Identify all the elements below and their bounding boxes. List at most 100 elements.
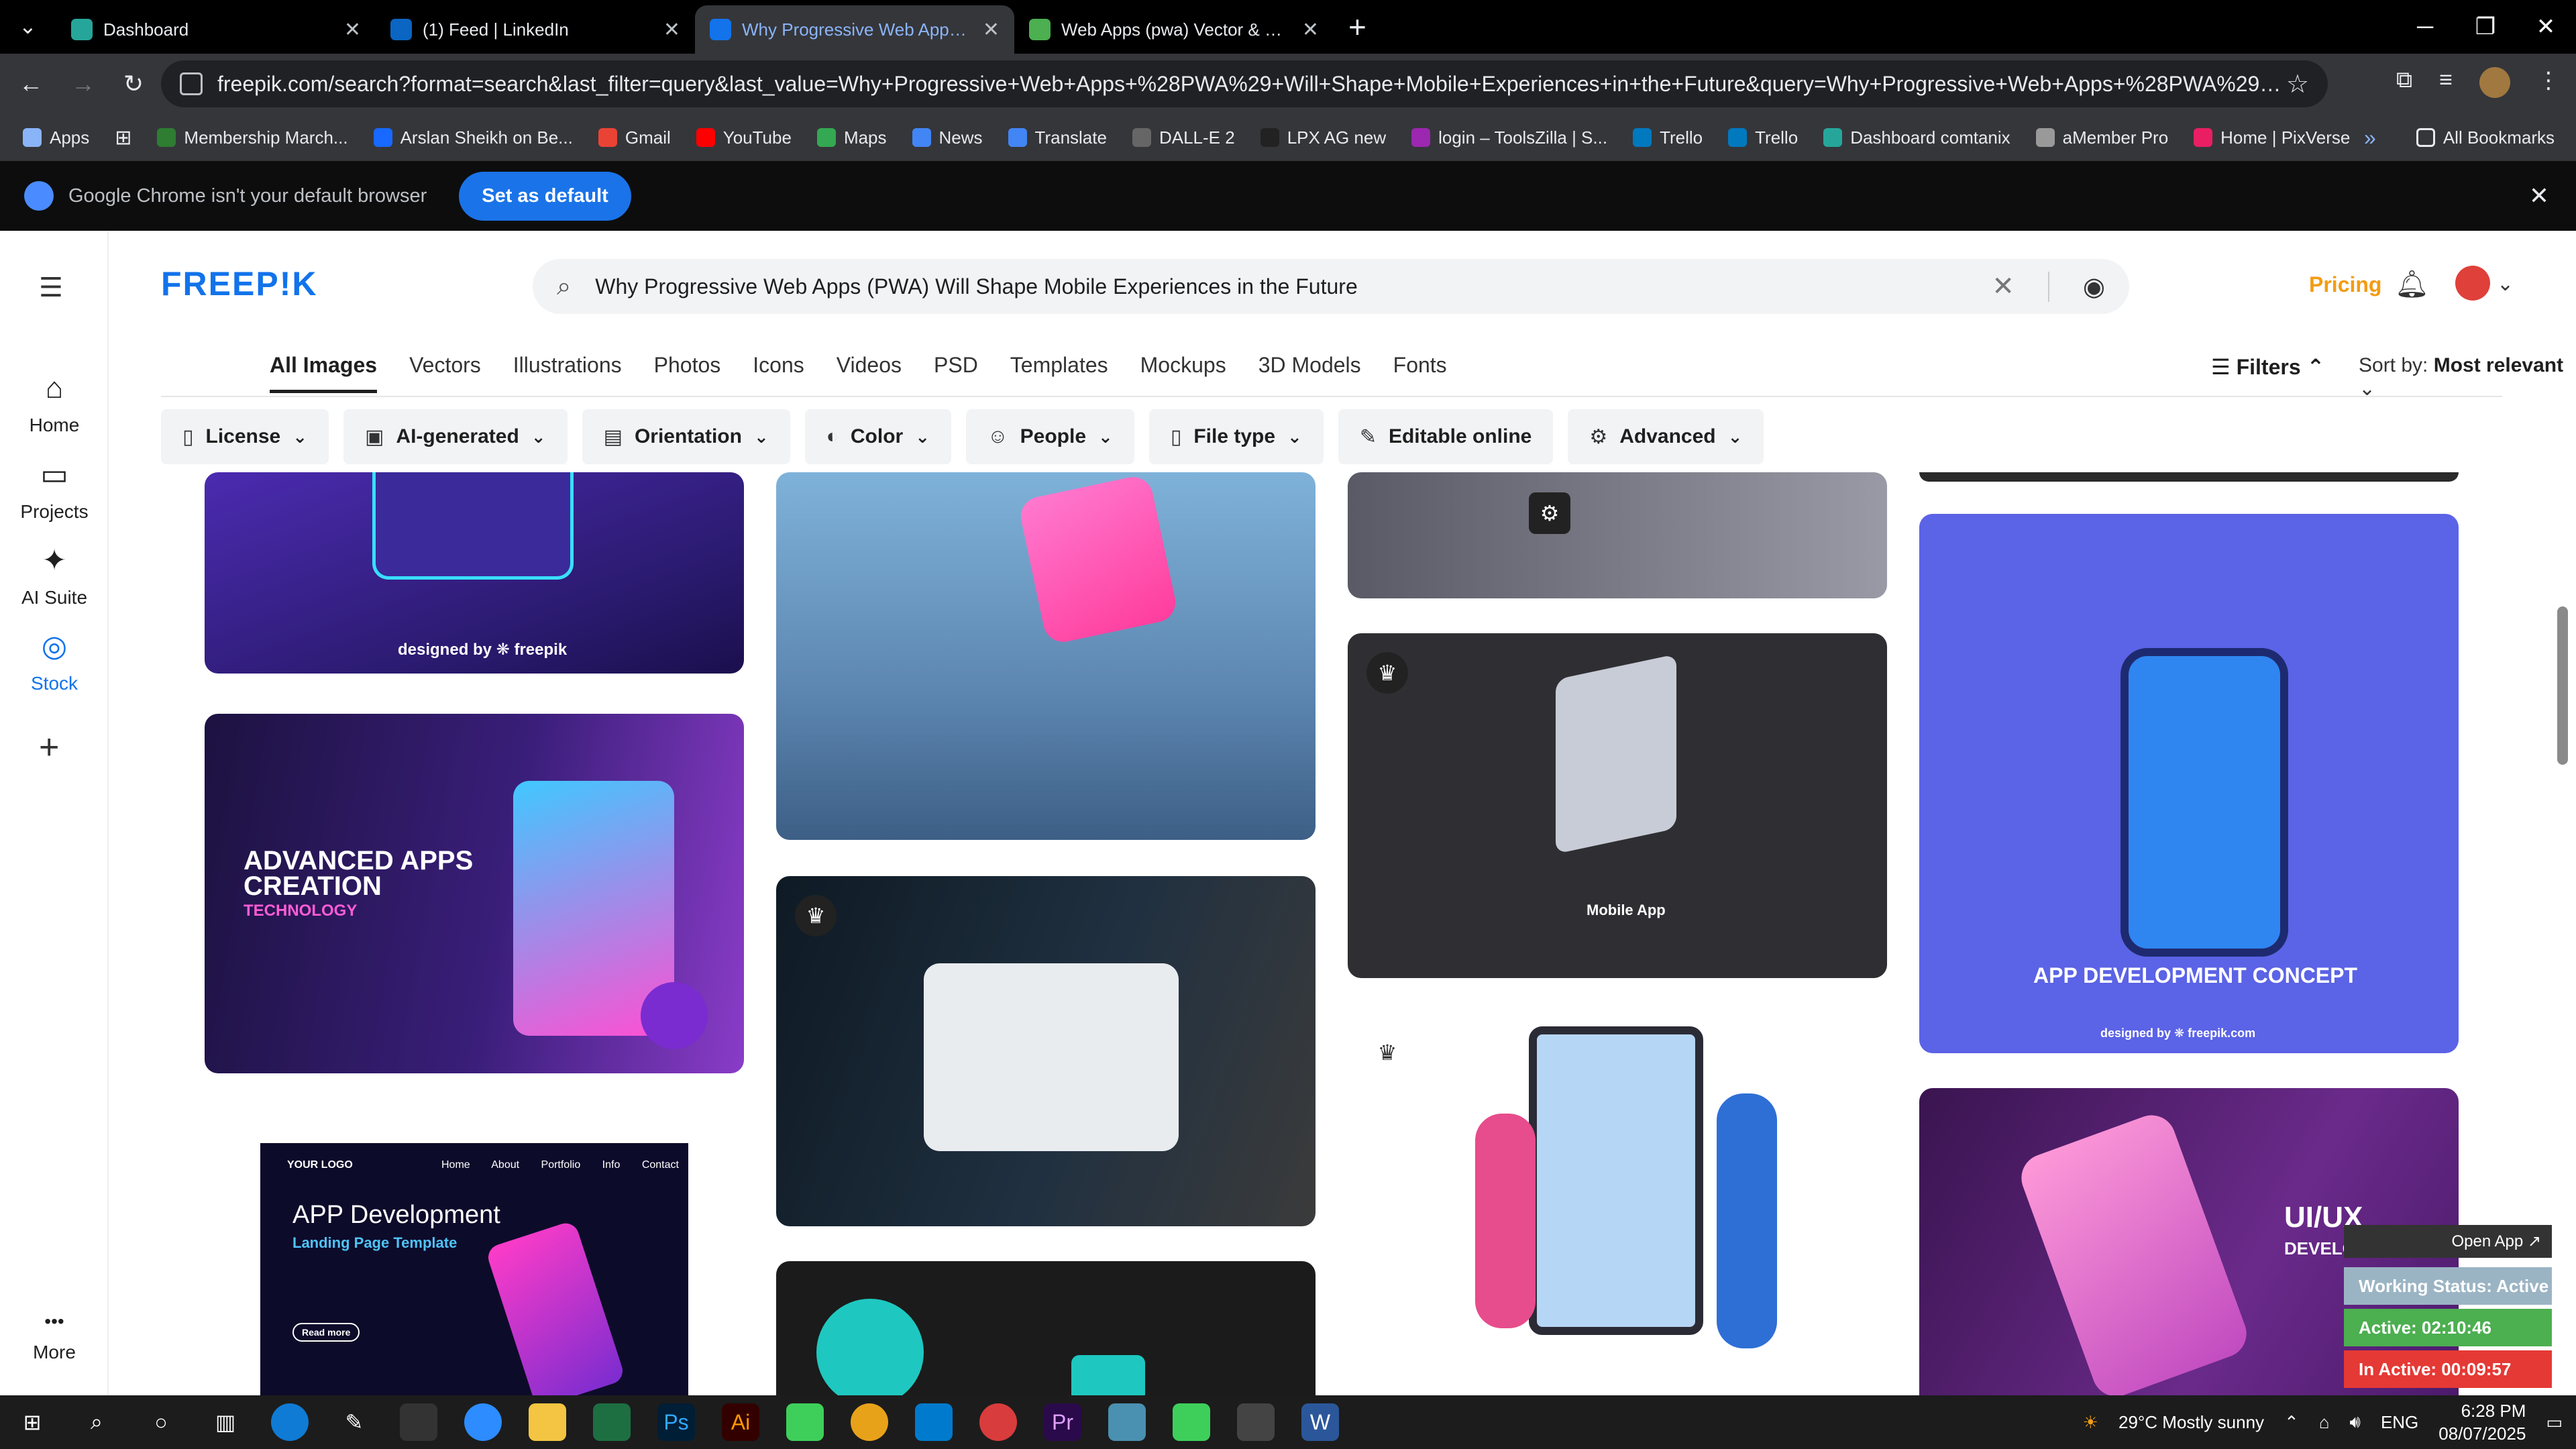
bookmark-item[interactable]: Trello bbox=[1728, 127, 1798, 148]
tray-chevron-icon[interactable]: ⌃ bbox=[2284, 1412, 2299, 1433]
site-info-icon[interactable] bbox=[180, 72, 203, 95]
bookmark-item[interactable]: YouTube bbox=[696, 127, 792, 148]
tab-close-icon[interactable]: ✕ bbox=[983, 18, 1000, 42]
green-app-icon[interactable] bbox=[786, 1403, 824, 1441]
reload-icon[interactable]: ↻ bbox=[123, 70, 144, 98]
bookmark-item[interactable]: News bbox=[912, 127, 983, 148]
pen-icon[interactable]: ✎ bbox=[335, 1403, 373, 1441]
user-avatar[interactable] bbox=[2455, 266, 2490, 301]
tab-illustrations[interactable]: Illustrations bbox=[513, 353, 622, 393]
bookmark-item[interactable]: Arslan Sheikh on Be... bbox=[373, 127, 573, 148]
tab-dashboard[interactable]: Dashboard ✕ bbox=[56, 5, 376, 54]
calculator-icon[interactable] bbox=[1237, 1403, 1275, 1441]
tab-all-images[interactable]: All Images bbox=[270, 353, 378, 393]
bookmark-item[interactable]: login – ToolsZilla | S... bbox=[1411, 127, 1607, 148]
photoshop-icon[interactable]: Ps bbox=[657, 1403, 695, 1441]
image-card[interactable]: ♛ bbox=[776, 876, 1316, 1226]
tab-photos[interactable]: Photos bbox=[654, 353, 721, 393]
tab-search-icon[interactable]: ⌄ bbox=[19, 13, 37, 39]
close-window-icon[interactable]: ✕ bbox=[2516, 0, 2576, 54]
bookmark-apps[interactable]: Apps bbox=[23, 127, 89, 148]
word-icon[interactable]: W bbox=[1301, 1403, 1339, 1441]
bookmark-item[interactable]: Maps bbox=[816, 127, 887, 148]
all-bookmarks[interactable]: All Bookmarks bbox=[2416, 127, 2555, 148]
filter-orientation[interactable]: ▤ Orientation ⌄ bbox=[582, 409, 790, 464]
tab-fonts[interactable]: Fonts bbox=[1393, 353, 1447, 393]
language-indicator[interactable]: ENG bbox=[2381, 1412, 2418, 1433]
sort-dropdown[interactable]: Sort by: Most relevant ⌄ bbox=[2359, 354, 2576, 400]
tab-mockups[interactable]: Mockups bbox=[1140, 353, 1226, 393]
cube-app-icon[interactable] bbox=[1108, 1403, 1146, 1441]
address-bar[interactable]: freepik.com/search?format=search&last_fi… bbox=[161, 60, 2328, 107]
rail-home[interactable]: ⌂ Home bbox=[0, 372, 109, 436]
excel-icon[interactable] bbox=[593, 1403, 631, 1441]
bookmark-item[interactable]: DALL-E 2 bbox=[1132, 127, 1235, 148]
tab-vectors[interactable]: Vectors bbox=[409, 353, 481, 393]
filter-editable-online[interactable]: ✎ Editable online bbox=[1338, 409, 1554, 464]
open-app-button[interactable]: Open App ↗ bbox=[2344, 1225, 2552, 1258]
chrome-profile-icon[interactable] bbox=[979, 1403, 1017, 1441]
cortana-icon[interactable]: ○ bbox=[142, 1403, 180, 1441]
search-input[interactable]: Why Progressive Web Apps (PWA) Will Shap… bbox=[595, 274, 1992, 299]
tab-close-icon[interactable]: ✕ bbox=[344, 18, 361, 42]
vscode-icon[interactable] bbox=[915, 1403, 953, 1441]
profile-avatar[interactable] bbox=[2479, 67, 2510, 98]
image-card[interactable]: ♛ Mobile App bbox=[1348, 633, 1887, 978]
filter-people[interactable]: ☺ People ⌄ bbox=[966, 409, 1134, 464]
weather-text[interactable]: 29°C Mostly sunny bbox=[2118, 1412, 2264, 1433]
camera-search-icon[interactable]: ◉ bbox=[2047, 271, 2105, 302]
tab-icons[interactable]: Icons bbox=[753, 353, 804, 393]
bookmark-star-icon[interactable]: ☆ bbox=[2286, 69, 2309, 99]
tab-templates[interactable]: Templates bbox=[1010, 353, 1108, 393]
bookmark-item[interactable]: Dashboard comtanix bbox=[1823, 127, 2010, 148]
search-icon[interactable]: ⌕ bbox=[78, 1403, 115, 1441]
tab-freepik-search[interactable]: Why Progressive Web Apps (PW ✕ bbox=[695, 5, 1014, 54]
bookmarks-overflow-icon[interactable]: » bbox=[2364, 125, 2376, 150]
bookmark-item[interactable]: Trello bbox=[1633, 127, 1703, 148]
bookmark-item[interactable]: aMember Pro bbox=[2035, 127, 2168, 148]
image-card[interactable]: ♛ bbox=[1348, 1013, 1887, 1395]
restore-icon[interactable]: ❐ bbox=[2455, 0, 2516, 54]
bookmark-item[interactable]: Membership March... bbox=[157, 127, 348, 148]
tab-videos[interactable]: Videos bbox=[837, 353, 902, 393]
set-as-default-button[interactable]: Set as default bbox=[459, 171, 631, 221]
image-card[interactable] bbox=[1919, 472, 2459, 482]
image-card[interactable] bbox=[776, 472, 1316, 840]
minimize-icon[interactable]: ─ bbox=[2395, 0, 2455, 54]
windows-start-icon[interactable]: ⊞ bbox=[13, 1403, 51, 1441]
tab-close-icon[interactable]: ✕ bbox=[663, 18, 680, 42]
tab-close-icon[interactable]: ✕ bbox=[1302, 18, 1319, 42]
tab-web-apps[interactable]: Web Apps (pwa) Vector & Laye ✕ bbox=[1014, 5, 1334, 54]
extensions-icon[interactable]: ⧉ bbox=[2396, 67, 2412, 98]
media-icon[interactable]: ≡ bbox=[2439, 67, 2453, 98]
close-infobar-icon[interactable]: ✕ bbox=[2529, 182, 2549, 210]
chrome-menu-icon[interactable]: ⋮ bbox=[2537, 67, 2560, 98]
freepik-logo[interactable]: FREEP!K bbox=[161, 264, 317, 303]
bookmark-item[interactable]: LPX AG new bbox=[1260, 127, 1386, 148]
bookmark-item[interactable]: Gmail bbox=[598, 127, 671, 148]
illustrator-icon[interactable]: Ai bbox=[722, 1403, 759, 1441]
filter-ai-generated[interactable]: ▣ AI-generated ⌄ bbox=[343, 409, 568, 464]
forward-icon[interactable]: → bbox=[71, 70, 95, 98]
task-view-icon[interactable]: ▥ bbox=[207, 1403, 244, 1441]
green-app-icon[interactable] bbox=[1173, 1403, 1210, 1441]
image-card[interactable]: ⚙ bbox=[1348, 472, 1887, 598]
edge-icon[interactable] bbox=[271, 1403, 309, 1441]
notification-bell-icon[interactable]: 🔔︎ bbox=[2395, 268, 2429, 300]
page-scrollbar[interactable] bbox=[2557, 606, 2568, 765]
chevron-down-icon[interactable]: ⌄ bbox=[2497, 272, 2514, 296]
filter-color[interactable]: ◐ Color ⌄ bbox=[804, 409, 951, 464]
image-card[interactable]: ADVANCED APPS CREATION TECHNOLOGY bbox=[205, 714, 744, 1073]
image-card[interactable]: YOUR LOGO Home About Portfolio Info Cont… bbox=[260, 1143, 688, 1395]
grid-icon[interactable]: ⊞ bbox=[115, 126, 131, 150]
network-icon[interactable]: ⌂ bbox=[2319, 1412, 2330, 1433]
premiere-icon[interactable]: Pr bbox=[1044, 1403, 1081, 1441]
filter-license[interactable]: ▯ License ⌄ bbox=[161, 409, 329, 464]
notifications-icon[interactable]: ▭ bbox=[2546, 1412, 2563, 1433]
image-card[interactable] bbox=[776, 1261, 1316, 1395]
image-card[interactable]: APP DEVELOPMENT CONCEPT designed by ❋ fr… bbox=[1919, 514, 2459, 1053]
filter-file-type[interactable]: ▯ File type ⌄ bbox=[1148, 409, 1324, 464]
search-bar[interactable]: ⌕ Why Progressive Web Apps (PWA) Will Sh… bbox=[533, 259, 2129, 314]
back-icon[interactable]: ← bbox=[19, 70, 43, 98]
image-card[interactable]: designed by ❋ freepik bbox=[205, 472, 744, 674]
